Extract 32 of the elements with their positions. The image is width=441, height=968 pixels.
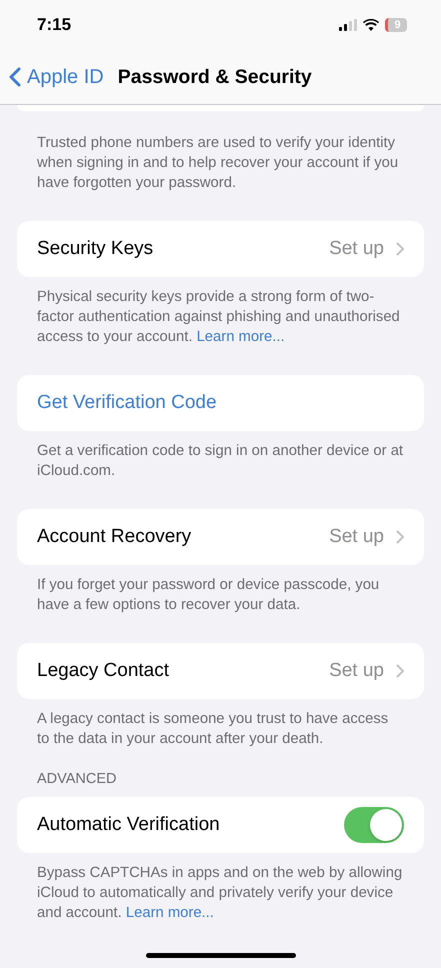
section-footer: Trusted phone numbers are used to verify your identity when signing in and to help recover your account if you have forgotten your password. (17, 123, 424, 193)
row-value: Set up (329, 526, 384, 548)
section-footer: If you forget your password or device passcode, you have a few options to recover your data. (17, 565, 424, 615)
nav-title: Password & Security (118, 66, 312, 88)
section-header: ADVANCED (36, 770, 118, 787)
settings-row[interactable]: Get Verification Code (17, 375, 424, 431)
settings-row[interactable]: Account Recovery Set up (17, 509, 424, 565)
back-button[interactable]: Apple ID (9, 66, 104, 88)
status-time: 7:15 (37, 15, 72, 35)
row-label: Security Keys (37, 238, 154, 260)
row-label: Legacy Contact (37, 660, 170, 682)
wifi-icon (363, 19, 379, 31)
settings-row[interactable]: Security Keys Set up (17, 221, 424, 277)
row-label: Get Verification Code (37, 392, 218, 414)
learn-more-link[interactable]: Learn more... (126, 905, 214, 921)
section-footer: Get a verification code to sign in on another device or at iCloud.com. (17, 431, 424, 481)
section-footer: Physical security keys provide a strong form of two-factor authentication against phishing and unauthorised access to your account. Learn more... (17, 277, 424, 347)
learn-more-link[interactable]: Learn more... (196, 329, 285, 345)
chevron-icon (396, 664, 404, 678)
chevron-icon (396, 242, 404, 256)
section-footer: Bypass CAPTCHAs in apps and on the web by allowing iCloud to automatically and privately verify your device and account. Learn more... (17, 853, 424, 923)
settings-row[interactable]: Legacy Contact Set up (17, 643, 424, 699)
signal-icon (339, 19, 357, 31)
row-label: Automatic Verification (37, 814, 221, 836)
row-value: Set up (329, 660, 384, 682)
section-footer: A legacy contact is someone you trust to have access to the data in your account after your death. (17, 699, 424, 749)
row-value: Set up (329, 238, 384, 260)
chevron-icon (396, 530, 404, 544)
row-label: Account Recovery (37, 526, 192, 548)
back-chevron-icon (9, 67, 21, 87)
toggle-switch[interactable] (344, 807, 404, 843)
settings-row[interactable]: Automatic Verification (17, 797, 424, 853)
